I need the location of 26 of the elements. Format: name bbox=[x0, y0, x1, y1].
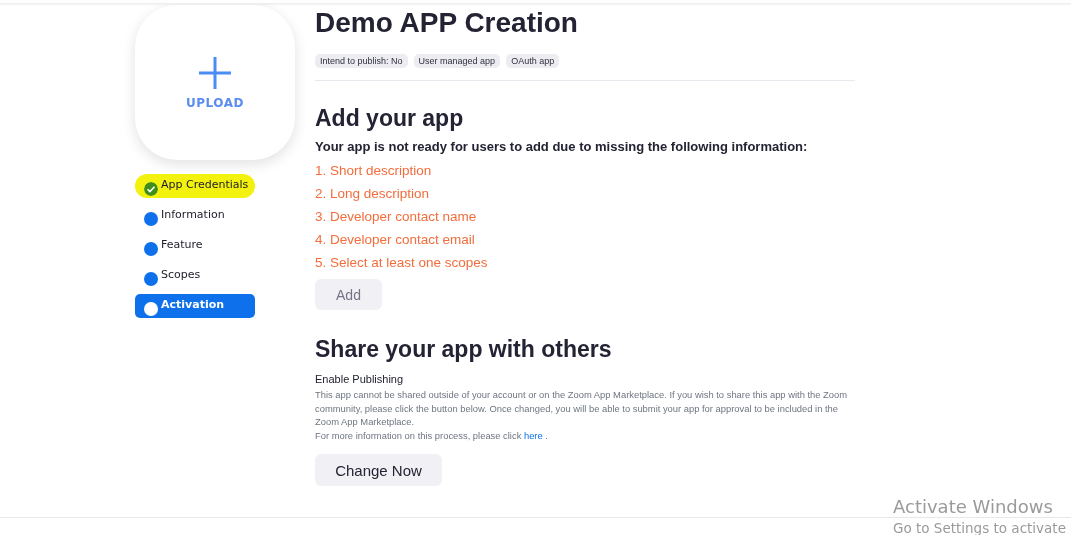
here-link[interactable]: here bbox=[523, 429, 543, 441]
plus-icon bbox=[198, 55, 232, 90]
tag-chip: User managed app bbox=[413, 54, 501, 68]
enable-publishing-label: Enable Publishing bbox=[315, 373, 405, 385]
section-heading: Share your app with others bbox=[315, 335, 613, 363]
watermark-subtitle: Go to Settings to activate bbox=[893, 519, 1066, 535]
missing-item: 5. Select at least one scopes bbox=[315, 254, 489, 272]
tag-chip: OAuth app bbox=[506, 54, 560, 68]
step-item[interactable]: Information bbox=[135, 204, 255, 228]
missing-item: 3. Developer contact name bbox=[315, 208, 478, 226]
publishing-description: This app cannot be shared outside of your account or on the Zoom App Marketplace. If you wish to share this app with the Zoom community, please click the button below. Once changed, you will be able to submit your app for approval to be included in the Zoom App Marketplace. bbox=[315, 388, 849, 429]
step-item[interactable]: Activation bbox=[135, 294, 255, 318]
step-item[interactable]: App Credentials bbox=[135, 174, 255, 198]
missing-item: 4. Developer contact email bbox=[315, 231, 476, 249]
change-now-button[interactable]: Change Now bbox=[315, 454, 442, 487]
more-info-text: For more information on this process, please click here . bbox=[315, 428, 549, 443]
upload-label: UPLOAD bbox=[186, 95, 244, 110]
step-item[interactable]: Feature bbox=[135, 234, 255, 258]
page-title: Demo APP Creation bbox=[315, 6, 579, 40]
tag-chip: Intend to publish: No bbox=[315, 54, 408, 68]
missing-item: 1. Short description bbox=[315, 162, 433, 180]
missing-item: 2. Long description bbox=[315, 185, 431, 203]
section-heading: Add your app bbox=[315, 104, 465, 132]
watermark-title: Activate Windows bbox=[893, 495, 1054, 519]
step-item[interactable]: Scopes bbox=[135, 264, 255, 288]
missing-info-notice: Your app is not ready for users to add due to missing the following information: bbox=[315, 139, 809, 154]
